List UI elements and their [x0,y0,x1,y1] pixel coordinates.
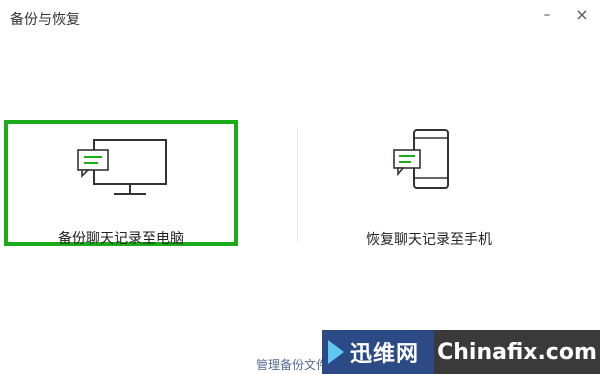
options-divider [297,128,298,242]
restore-to-phone-option[interactable]: 恢复聊天记录至手机 [318,120,540,248]
watermark-arrow-icon [328,340,344,364]
minimize-button[interactable]: – [536,4,558,26]
backup-to-pc-option[interactable]: 备份聊天记录至电脑 [4,120,238,247]
monitor-chat-icon [77,139,167,195]
window-title: 备份与恢复 [10,12,80,28]
watermark-en-text: Chinafix.com [437,339,597,365]
phone-chat-icon [393,129,449,189]
close-button[interactable]: × [571,4,593,26]
manage-backup-files-link[interactable]: 管理备份文件 [256,356,328,373]
backup-option-label: 备份聊天记录至电脑 [58,231,184,247]
watermark: 迅维网 Chinafix.com [322,330,600,374]
watermark-en-block: Chinafix.com [434,330,600,374]
restore-option-label: 恢复聊天记录至手机 [366,232,492,248]
watermark-cn-text: 迅维网 [350,342,420,367]
watermark-cn-block: 迅维网 [322,330,434,374]
backup-restore-window: 备份与恢复 – × 备份聊天记录至电脑 恢复聊天记录至手机 管理备份文件 迅维网… [0,0,600,374]
